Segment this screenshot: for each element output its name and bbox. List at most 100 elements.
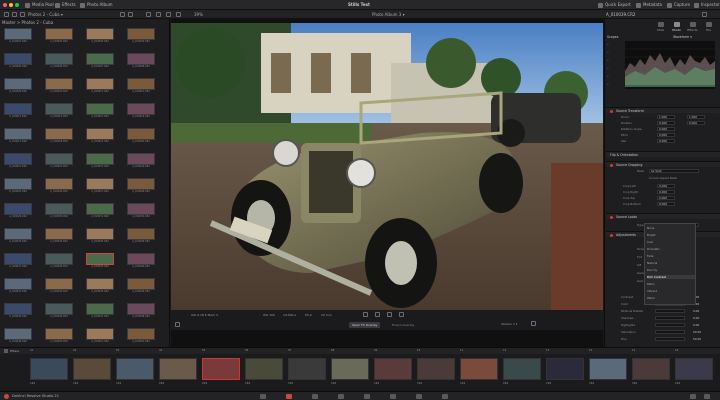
cut-page-icon[interactable] [312, 394, 318, 399]
lock-aspect-row[interactable]: ☑ Lock Aspect Ratio [607, 176, 719, 181]
filmstrip-clip[interactable] [675, 358, 713, 380]
thumbnail[interactable]: A_010016.CR2 [127, 103, 155, 119]
thumbnail[interactable]: A_010018.CR2 [45, 128, 73, 144]
thumbnail[interactable]: A_010030.CR2 [45, 203, 73, 219]
tab-photo[interactable]: Photo [669, 22, 684, 32]
param-slider[interactable] [655, 309, 685, 313]
thumbnail[interactable]: A_010013.CR2 [4, 103, 32, 119]
filmstrip-clip[interactable] [546, 358, 584, 380]
thumbnail[interactable]: A_010035.CR2 [86, 228, 114, 244]
thumbnail[interactable]: A_010048.CR2 [127, 303, 155, 319]
filters-label[interactable]: Filters [10, 349, 19, 353]
edit-page-icon[interactable] [338, 394, 344, 399]
section-enable-icon[interactable] [610, 215, 613, 219]
param-slider[interactable] [655, 323, 685, 327]
viewer-album-name[interactable]: Photo Album 3 ▾ [372, 12, 405, 17]
thumbnail[interactable]: A_010029.CR2 [4, 203, 32, 219]
param-slider[interactable] [655, 337, 685, 341]
zoom-window-icon[interactable] [15, 3, 19, 7]
filmstrip-clip[interactable] [202, 358, 240, 380]
inspector-button[interactable]: Inspector [694, 2, 720, 8]
filmstrip-clip[interactable] [331, 358, 369, 380]
quick-export-button[interactable]: Quick Export [598, 2, 631, 8]
transform-icon[interactable] [375, 312, 380, 317]
filmstrip-clip[interactable] [116, 358, 154, 380]
zoom-level[interactable]: 39% [194, 12, 203, 17]
thumbnail[interactable]: A_010041.CR2 [4, 278, 32, 294]
section-flip-orientation[interactable]: Flip & Orientation [606, 151, 720, 157]
filmstrip-clip[interactable] [374, 358, 412, 380]
menu-icon[interactable] [175, 322, 180, 327]
thumbnail[interactable]: A_010022.CR2 [45, 153, 73, 169]
deliver-page-icon[interactable] [442, 394, 448, 399]
thumbnail[interactable]: A_010027.CR2 [86, 178, 114, 194]
thumbnail[interactable]: A_010011.CR2 [86, 78, 114, 94]
section-source-cropping[interactable]: Source Cropping [606, 161, 720, 167]
thumbnail[interactable]: A_010043.CR2 [86, 278, 114, 294]
fullscreen-icon[interactable] [399, 312, 404, 317]
grid-view-icon[interactable] [20, 12, 25, 17]
thumbnail[interactable]: A_010026.CR2 [45, 178, 73, 194]
filmstrip-clip[interactable] [417, 358, 455, 380]
zoom-tool-icon[interactable] [156, 12, 161, 17]
fairlight-page-icon[interactable] [416, 394, 422, 399]
panel-toggle-icon[interactable] [4, 12, 9, 17]
thumbnail[interactable]: A_010005.CR2 [4, 53, 32, 69]
more-options-icon[interactable] [702, 12, 707, 17]
menu-option[interactable]: Rich Contrast [647, 275, 695, 279]
home-icon[interactable] [690, 394, 696, 399]
thumbnail[interactable]: A_010045.CR2 [4, 303, 32, 319]
thumbnail[interactable]: A_010037.CR2 [4, 253, 32, 269]
thumbnail[interactable]: A_010040.CR2 [127, 253, 155, 269]
section-enable-icon[interactable] [610, 233, 613, 237]
crop-icon[interactable] [363, 312, 368, 317]
lock-aspect-checkbox[interactable]: ☑ Lock Aspect Ratio [649, 176, 677, 180]
thumbnail[interactable]: A_010015.CR2 [86, 103, 114, 119]
gallery-icon[interactable] [531, 321, 536, 326]
thumbnail[interactable]: A_010017.CR2 [4, 128, 32, 144]
hand-tool-icon[interactable] [176, 12, 181, 17]
thumbnail[interactable]: A_010020.CR2 [127, 128, 155, 144]
crop-tool-icon[interactable] [166, 12, 171, 17]
thumbnail[interactable]: A_010042.CR2 [45, 278, 73, 294]
close-window-icon[interactable] [3, 3, 7, 7]
color-page-icon[interactable] [390, 394, 396, 399]
filmstrip-clip[interactable] [73, 358, 111, 380]
thumbnail[interactable]: A_010006.CR2 [45, 53, 73, 69]
capture-button[interactable]: Capture [667, 2, 690, 8]
thumbnail[interactable]: A_010044.CR2 [127, 278, 155, 294]
param-slider[interactable] [655, 316, 685, 320]
media-pool-button[interactable]: Media Pool [25, 2, 54, 8]
effects-button[interactable]: Effects [55, 2, 76, 8]
thumbnail[interactable]: A_010034.CR2 [45, 228, 73, 244]
thumbnail[interactable]: A_010032.CR2 [127, 203, 155, 219]
scope-type-selector[interactable]: Waveform ▾ [673, 35, 692, 39]
menu-option[interactable]: Vibrant [647, 289, 657, 293]
thumbnail[interactable]: A_010012.CR2 [127, 78, 155, 94]
thumbnail[interactable]: A_010038.CR2 [45, 253, 73, 269]
settings-icon[interactable] [704, 394, 710, 399]
filmstrip-clip[interactable] [288, 358, 326, 380]
thumbnail[interactable]: A_010010.CR2 [45, 78, 73, 94]
menu-option[interactable]: Dramatic [647, 247, 660, 251]
thumbnail[interactable]: A_010036.CR2 [127, 228, 155, 244]
filmstrip-clip[interactable] [632, 358, 670, 380]
thumbnail[interactable]: A_010031.CR2 [86, 203, 114, 219]
thumbnail[interactable]: A_010024.CR2 [127, 153, 155, 169]
tab-stills[interactable]: Stills [653, 22, 668, 32]
list-view-icon[interactable] [12, 12, 17, 17]
section-source-transform[interactable]: Source Transform [606, 107, 720, 113]
menu-option[interactable]: Bright [647, 233, 656, 237]
thumbnail[interactable]: A_010039.CR2 [86, 253, 114, 269]
tab-effects[interactable]: Effects [685, 22, 700, 32]
filmstrip-clip[interactable] [30, 358, 68, 380]
menu-option[interactable]: None [647, 226, 654, 230]
album-selector[interactable]: Photos 2 - Cuba ▾ [28, 12, 63, 17]
thumbnail[interactable]: A_010051.CR2 [86, 328, 114, 344]
thumbnail[interactable]: A_010007.CR2 [86, 53, 114, 69]
thumbnail[interactable]: A_010019.CR2 [86, 128, 114, 144]
menu-option[interactable]: Retro [647, 282, 654, 286]
menu-option[interactable]: Punchy [647, 268, 657, 272]
pointer-tool-icon[interactable] [146, 12, 151, 17]
section-enable-icon[interactable] [610, 109, 613, 113]
